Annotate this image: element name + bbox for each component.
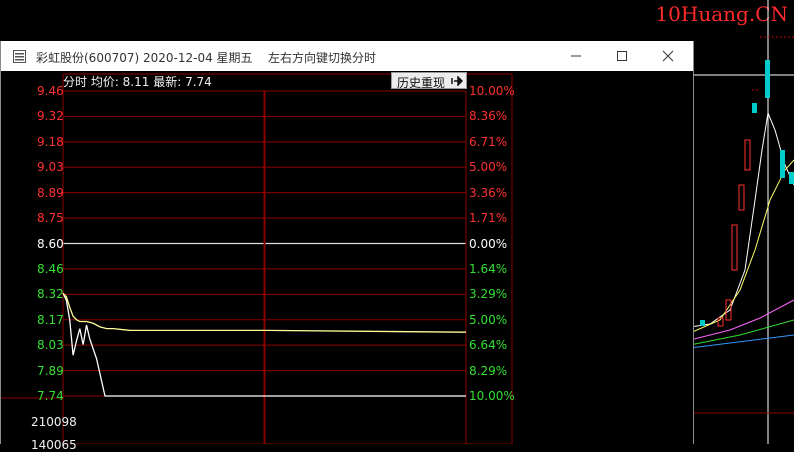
window-hint: 左右方向键切换分时 (268, 51, 377, 65)
history-replay-button[interactable]: 历史重现 (391, 72, 467, 90)
price-tick-label: 8.17 (37, 312, 64, 327)
price-tick-label: 9.18 (37, 134, 64, 149)
price-tick-label: 8.46 (37, 261, 64, 276)
chart-frame (62, 73, 513, 444)
intraday-chart[interactable] (1, 71, 693, 444)
price-tick-label: 8.32 (37, 287, 64, 302)
maximize-icon (617, 51, 627, 61)
volume-max-label: 210098 (31, 415, 77, 429)
percent-tick-label: 10.00% (469, 84, 515, 98)
window-title: 彩虹股份(600707) 2020-12-04 星期五 (36, 51, 253, 65)
price-tick-label: 8.89 (37, 185, 64, 200)
price-tick-label: 9.03 (37, 160, 64, 175)
price-tick-label: 8.75 (37, 211, 64, 226)
intraday-window[interactable]: 彩虹股份(600707) 2020-12-04 星期五 左右方向键切换分时 9.… (0, 41, 694, 452)
price-tick-label: 7.89 (37, 363, 64, 378)
percent-tick-label: 6.64% (469, 338, 508, 353)
percent-tick-label: 3.29% (469, 287, 508, 302)
percent-tick-label: 3.36% (469, 185, 508, 200)
price-tick-label: 8.60 (37, 236, 64, 251)
percent-tick-label: 1.71% (469, 211, 508, 226)
percent-tick-label: 10.00% (469, 389, 515, 403)
percent-tick-label: 8.29% (469, 363, 508, 378)
history-replay-label: 历史重现 (397, 76, 446, 90)
percent-tick-label: 5.00% (469, 312, 508, 327)
percent-tick-label: 5.00% (469, 160, 508, 175)
minimize-icon (571, 55, 581, 57)
arrow-right-icon (451, 76, 463, 86)
maximize-button[interactable] (599, 41, 645, 71)
price-tick-label: 9.46 (37, 84, 64, 98)
price-tick-label: 8.03 (37, 338, 64, 353)
close-icon (662, 50, 674, 62)
price-tick-label: 9.32 (37, 109, 64, 124)
window-titlebar[interactable]: 彩虹股份(600707) 2020-12-04 星期五 左右方向键切换分时 (1, 41, 693, 71)
percent-tick-label: 1.64% (469, 261, 508, 276)
app-icon (13, 50, 26, 63)
close-button[interactable] (645, 41, 691, 71)
percent-tick-label: 0.00% (469, 236, 508, 251)
percent-tick-label: 8.36% (469, 109, 508, 124)
minimize-button[interactable] (553, 41, 599, 71)
volume-mid-label: 140065 (31, 438, 77, 452)
background-kline-chart (690, 0, 794, 444)
percent-tick-label: 6.71% (469, 134, 508, 149)
price-tick-label: 7.74 (37, 389, 64, 403)
price-info: 分时 均价: 8.11 最新: 7.74 (63, 75, 212, 89)
